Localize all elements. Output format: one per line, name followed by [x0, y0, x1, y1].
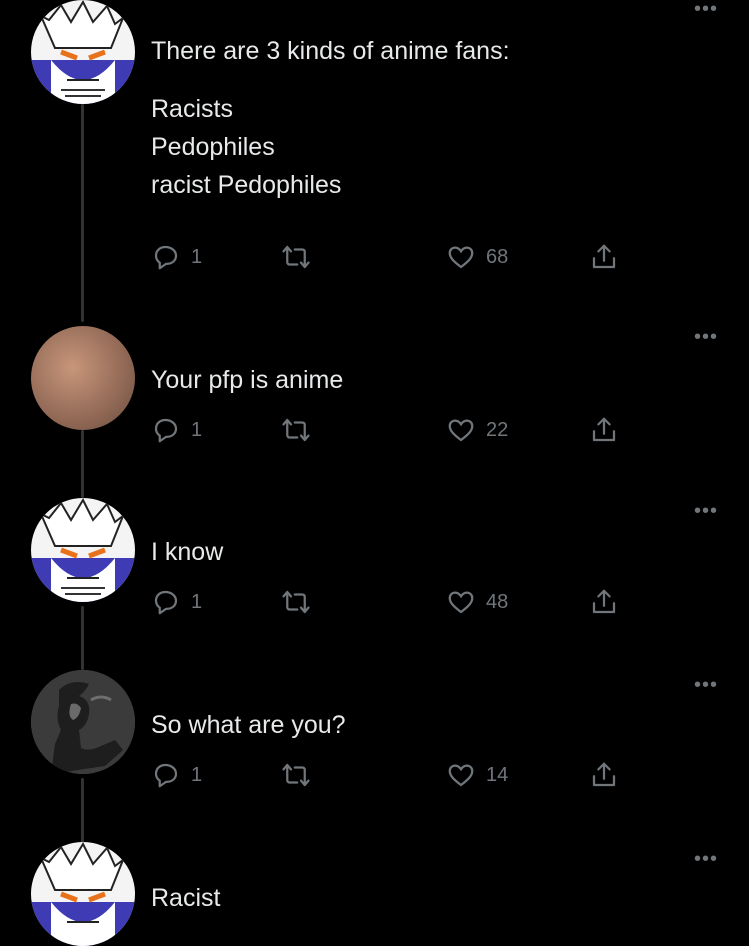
beige-avatar-icon [31, 326, 135, 430]
share-icon [592, 244, 616, 269]
retweet-icon [282, 418, 310, 442]
retweet-icon [282, 590, 310, 614]
reply-button[interactable]: 1 [151, 241, 202, 273]
more-options-icon[interactable]: ••• [694, 501, 718, 521]
like-button[interactable]: 22 [446, 414, 508, 446]
tweet[interactable]: ••• I know 1 48 [0, 498, 749, 638]
avatar[interactable] [31, 670, 135, 774]
reply-icon [154, 418, 178, 443]
tweet[interactable]: ••• So what are you? 1 14 [0, 670, 749, 810]
share-icon [592, 417, 616, 442]
share-button[interactable] [589, 586, 619, 618]
more-options-icon[interactable]: ••• [694, 675, 718, 695]
like-button[interactable]: 14 [446, 759, 508, 791]
tweet-text: So what are you? [151, 711, 346, 739]
vegeta-avatar-icon [31, 498, 135, 602]
tweet-actions: 1 14 [151, 759, 631, 791]
retweet-button[interactable] [281, 241, 311, 273]
reply-button[interactable]: 1 [151, 414, 202, 446]
reply-button[interactable]: 1 [151, 586, 202, 618]
reply-button[interactable]: 1 [151, 759, 202, 791]
tweet[interactable]: ••• There are 3 kinds of anime fans: Rac… [0, 0, 749, 300]
heart-icon [448, 419, 474, 442]
heart-icon [448, 591, 474, 614]
tweet-actions: 1 22 [151, 414, 631, 446]
avatar[interactable] [31, 326, 135, 430]
tweet-text: I know [151, 538, 224, 566]
more-options-icon[interactable]: ••• [694, 0, 718, 19]
share-button[interactable] [589, 241, 619, 273]
like-button[interactable]: 68 [446, 241, 508, 273]
tweet[interactable]: ••• Your pfp is anime 1 22 [0, 326, 749, 476]
tweet-text: There are 3 kinds of anime fans: Racists… [151, 37, 510, 199]
dark-figure-avatar-icon [31, 670, 135, 774]
heart-icon [448, 764, 474, 787]
avatar[interactable] [31, 498, 135, 602]
heart-icon [448, 246, 474, 269]
more-options-icon[interactable]: ••• [694, 327, 718, 347]
retweet-icon [282, 245, 310, 269]
vegeta-avatar-icon [31, 0, 135, 104]
like-button[interactable]: 48 [446, 586, 508, 618]
retweet-button[interactable] [281, 414, 311, 446]
retweet-button[interactable] [281, 759, 311, 791]
share-icon [592, 589, 616, 614]
avatar[interactable] [31, 0, 135, 104]
vegeta-avatar-icon [31, 842, 135, 946]
reply-icon [154, 245, 178, 270]
tweet-text: Your pfp is anime [151, 366, 344, 394]
more-options-icon[interactable]: ••• [694, 849, 718, 869]
tweet[interactable]: ••• Racist [0, 842, 749, 946]
reply-icon [154, 590, 178, 615]
tweet-actions: 1 68 [151, 241, 631, 273]
retweet-button[interactable] [281, 586, 311, 618]
share-button[interactable] [589, 414, 619, 446]
share-icon [592, 762, 616, 787]
avatar[interactable] [31, 842, 135, 946]
tweet-actions: 1 48 [151, 586, 631, 618]
tweet-text: Racist [151, 884, 221, 912]
reply-icon [154, 763, 178, 788]
share-button[interactable] [589, 759, 619, 791]
retweet-icon [282, 763, 310, 787]
